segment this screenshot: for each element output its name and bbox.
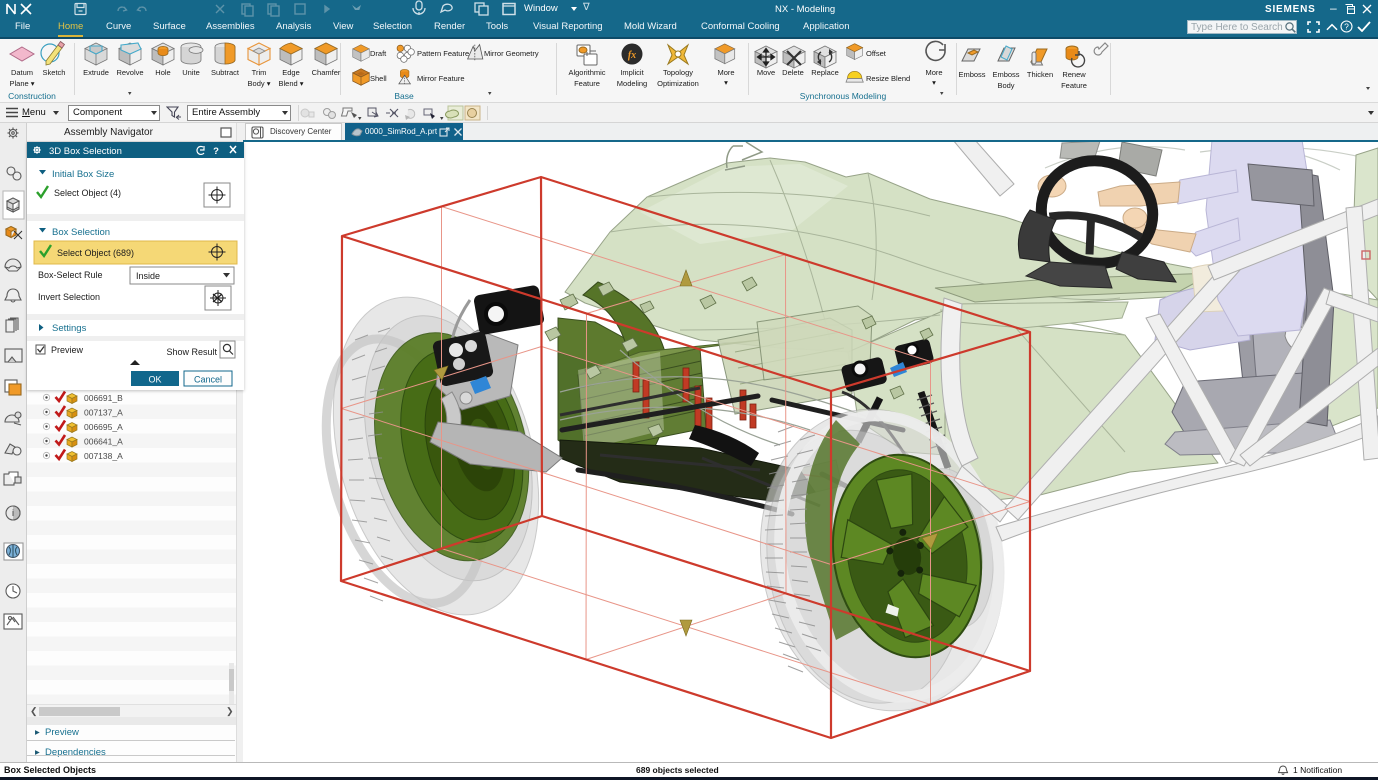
svg-text:Shell: Shell [370,74,387,83]
svg-text:Offset: Offset [866,49,887,58]
svg-text:Invert Selection: Invert Selection [38,292,100,302]
svg-text:Subtract: Subtract [211,68,240,77]
svg-text:Delete: Delete [782,68,804,77]
svg-text:Topology: Topology [663,68,693,77]
svg-text:Algorithmic: Algorithmic [568,68,605,77]
svg-text:Initial Box Size: Initial Box Size [52,169,114,180]
svg-text:More: More [925,68,942,77]
svg-text:Renew: Renew [1062,70,1086,79]
svg-text:Optimization: Optimization [657,79,699,88]
svg-text:Mirror Geometry: Mirror Geometry [484,49,539,58]
svg-text:Unite: Unite [182,68,200,77]
svg-text:Pattern Feature: Pattern Feature [417,49,469,58]
svg-text:3D Box Selection: 3D Box Selection [49,146,122,157]
svg-text:?: ? [1344,21,1349,31]
svg-text:Modeling: Modeling [617,79,647,88]
svg-text:Base: Base [394,91,414,101]
svg-text:Sketch: Sketch [43,68,66,77]
svg-text:Feature: Feature [1061,81,1087,90]
svg-text:▾: ▾ [932,78,936,87]
svg-text:Mirror Feature: Mirror Feature [417,74,465,83]
svg-text:i: i [12,508,14,518]
svg-text:Select Object (4): Select Object (4) [54,188,121,198]
svg-text:Plane ▾: Plane ▾ [9,79,34,88]
svg-text:Select Object (689): Select Object (689) [57,248,134,258]
svg-text:006641_A: 006641_A [84,437,123,447]
svg-text:Body ▾: Body ▾ [248,79,271,88]
svg-text:Cancel: Cancel [194,375,222,385]
svg-text:Replace: Replace [811,68,839,77]
svg-text:OK: OK [148,375,161,385]
svg-text:More: More [717,68,734,77]
svg-text:Chamfer: Chamfer [312,68,341,77]
svg-text:Thicken: Thicken [1027,70,1053,79]
svg-text:Blend ▾: Blend ▾ [278,79,303,88]
svg-text:007137_A: 007137_A [84,408,123,418]
svg-text:006695_A: 006695_A [84,422,123,432]
svg-text:Box Selection: Box Selection [52,227,110,238]
svg-text:Revolve: Revolve [116,68,143,77]
svg-text:Settings: Settings [52,323,87,334]
svg-text:Inside: Inside [136,271,160,281]
svg-text:Feature: Feature [574,79,600,88]
svg-text:fx: fx [628,50,636,61]
svg-text:Hole: Hole [155,68,170,77]
svg-text:Extrude: Extrude [83,68,109,77]
svg-text:Move: Move [757,68,775,77]
svg-text:Datum: Datum [11,68,33,77]
svg-text:▾: ▾ [724,78,728,87]
svg-text:?: ? [213,146,219,157]
svg-text:006691_B: 006691_B [84,393,123,403]
svg-text:Synchronous Modeling: Synchronous Modeling [800,91,887,101]
svg-text:Emboss: Emboss [958,70,985,79]
svg-text:Draft: Draft [370,49,387,58]
svg-text:Box-Select Rule: Box-Select Rule [38,270,103,280]
svg-text:Construction: Construction [8,91,56,101]
svg-text:Preview: Preview [51,345,84,355]
svg-text:Body: Body [997,81,1014,90]
svg-text:Trim: Trim [252,68,267,77]
svg-text:Edge: Edge [282,68,300,77]
svg-text:Implicit: Implicit [620,68,644,77]
svg-text:007138_A: 007138_A [84,451,123,461]
svg-text:Resize Blend: Resize Blend [866,74,910,83]
svg-text:Show Result: Show Result [166,347,217,357]
svg-text:Emboss: Emboss [992,70,1019,79]
